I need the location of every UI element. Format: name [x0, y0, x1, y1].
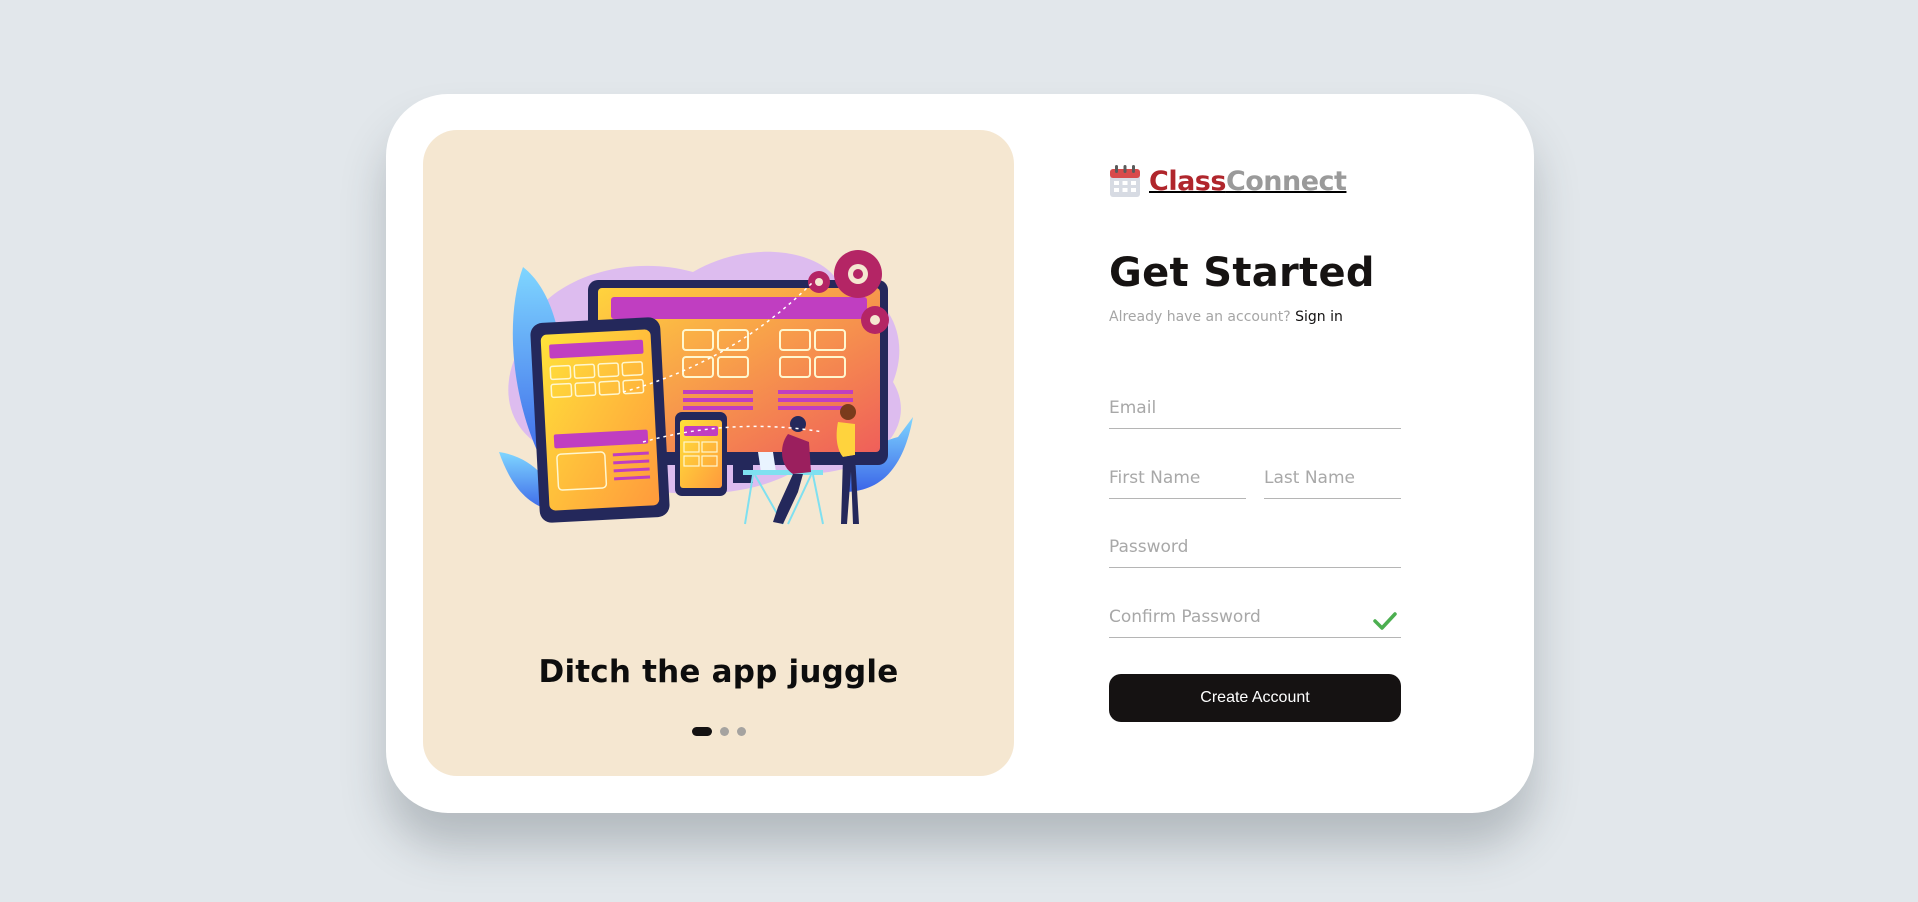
last-name-field[interactable]: [1264, 468, 1401, 488]
first-name-field-wrapper: [1109, 456, 1246, 499]
carousel-dot-3[interactable]: [736, 727, 746, 736]
promo-slogan: Ditch the app juggle: [538, 654, 899, 690]
brand-name: ClassConnect: [1149, 165, 1347, 197]
page-title: Get Started: [1109, 250, 1375, 296]
brand-name-connect: Connect: [1225, 165, 1347, 197]
carousel-dots: [423, 727, 1014, 736]
password-field[interactable]: [1109, 537, 1401, 557]
password-field-wrapper: [1109, 525, 1401, 568]
checkmark-icon: [1373, 612, 1397, 630]
first-name-field[interactable]: [1109, 468, 1246, 488]
promo-panel: Ditch the app juggle: [423, 130, 1014, 776]
carousel-dot-1[interactable]: [691, 727, 712, 736]
last-name-field-wrapper: [1264, 456, 1401, 499]
calendar-icon: [1110, 165, 1140, 197]
confirm-password-field-wrapper: [1109, 595, 1401, 638]
confirm-password-field[interactable]: [1109, 607, 1359, 627]
signin-prompt: Already have an account? Sign in: [1109, 309, 1343, 325]
signin-prompt-text: Already have an account?: [1109, 309, 1291, 325]
email-field-wrapper: [1109, 386, 1401, 429]
brand-logo[interactable]: ClassConnect: [1109, 164, 1347, 198]
signup-card: Ditch the app juggle ClassConnect Get St…: [386, 94, 1534, 813]
email-field[interactable]: [1109, 398, 1401, 418]
devices-collaboration-illustration: [499, 250, 913, 525]
create-account-button[interactable]: Create Account: [1109, 674, 1401, 722]
brand-name-class: Class: [1149, 165, 1226, 197]
carousel-dot-2[interactable]: [719, 727, 729, 736]
signin-link[interactable]: Sign in: [1295, 309, 1343, 325]
